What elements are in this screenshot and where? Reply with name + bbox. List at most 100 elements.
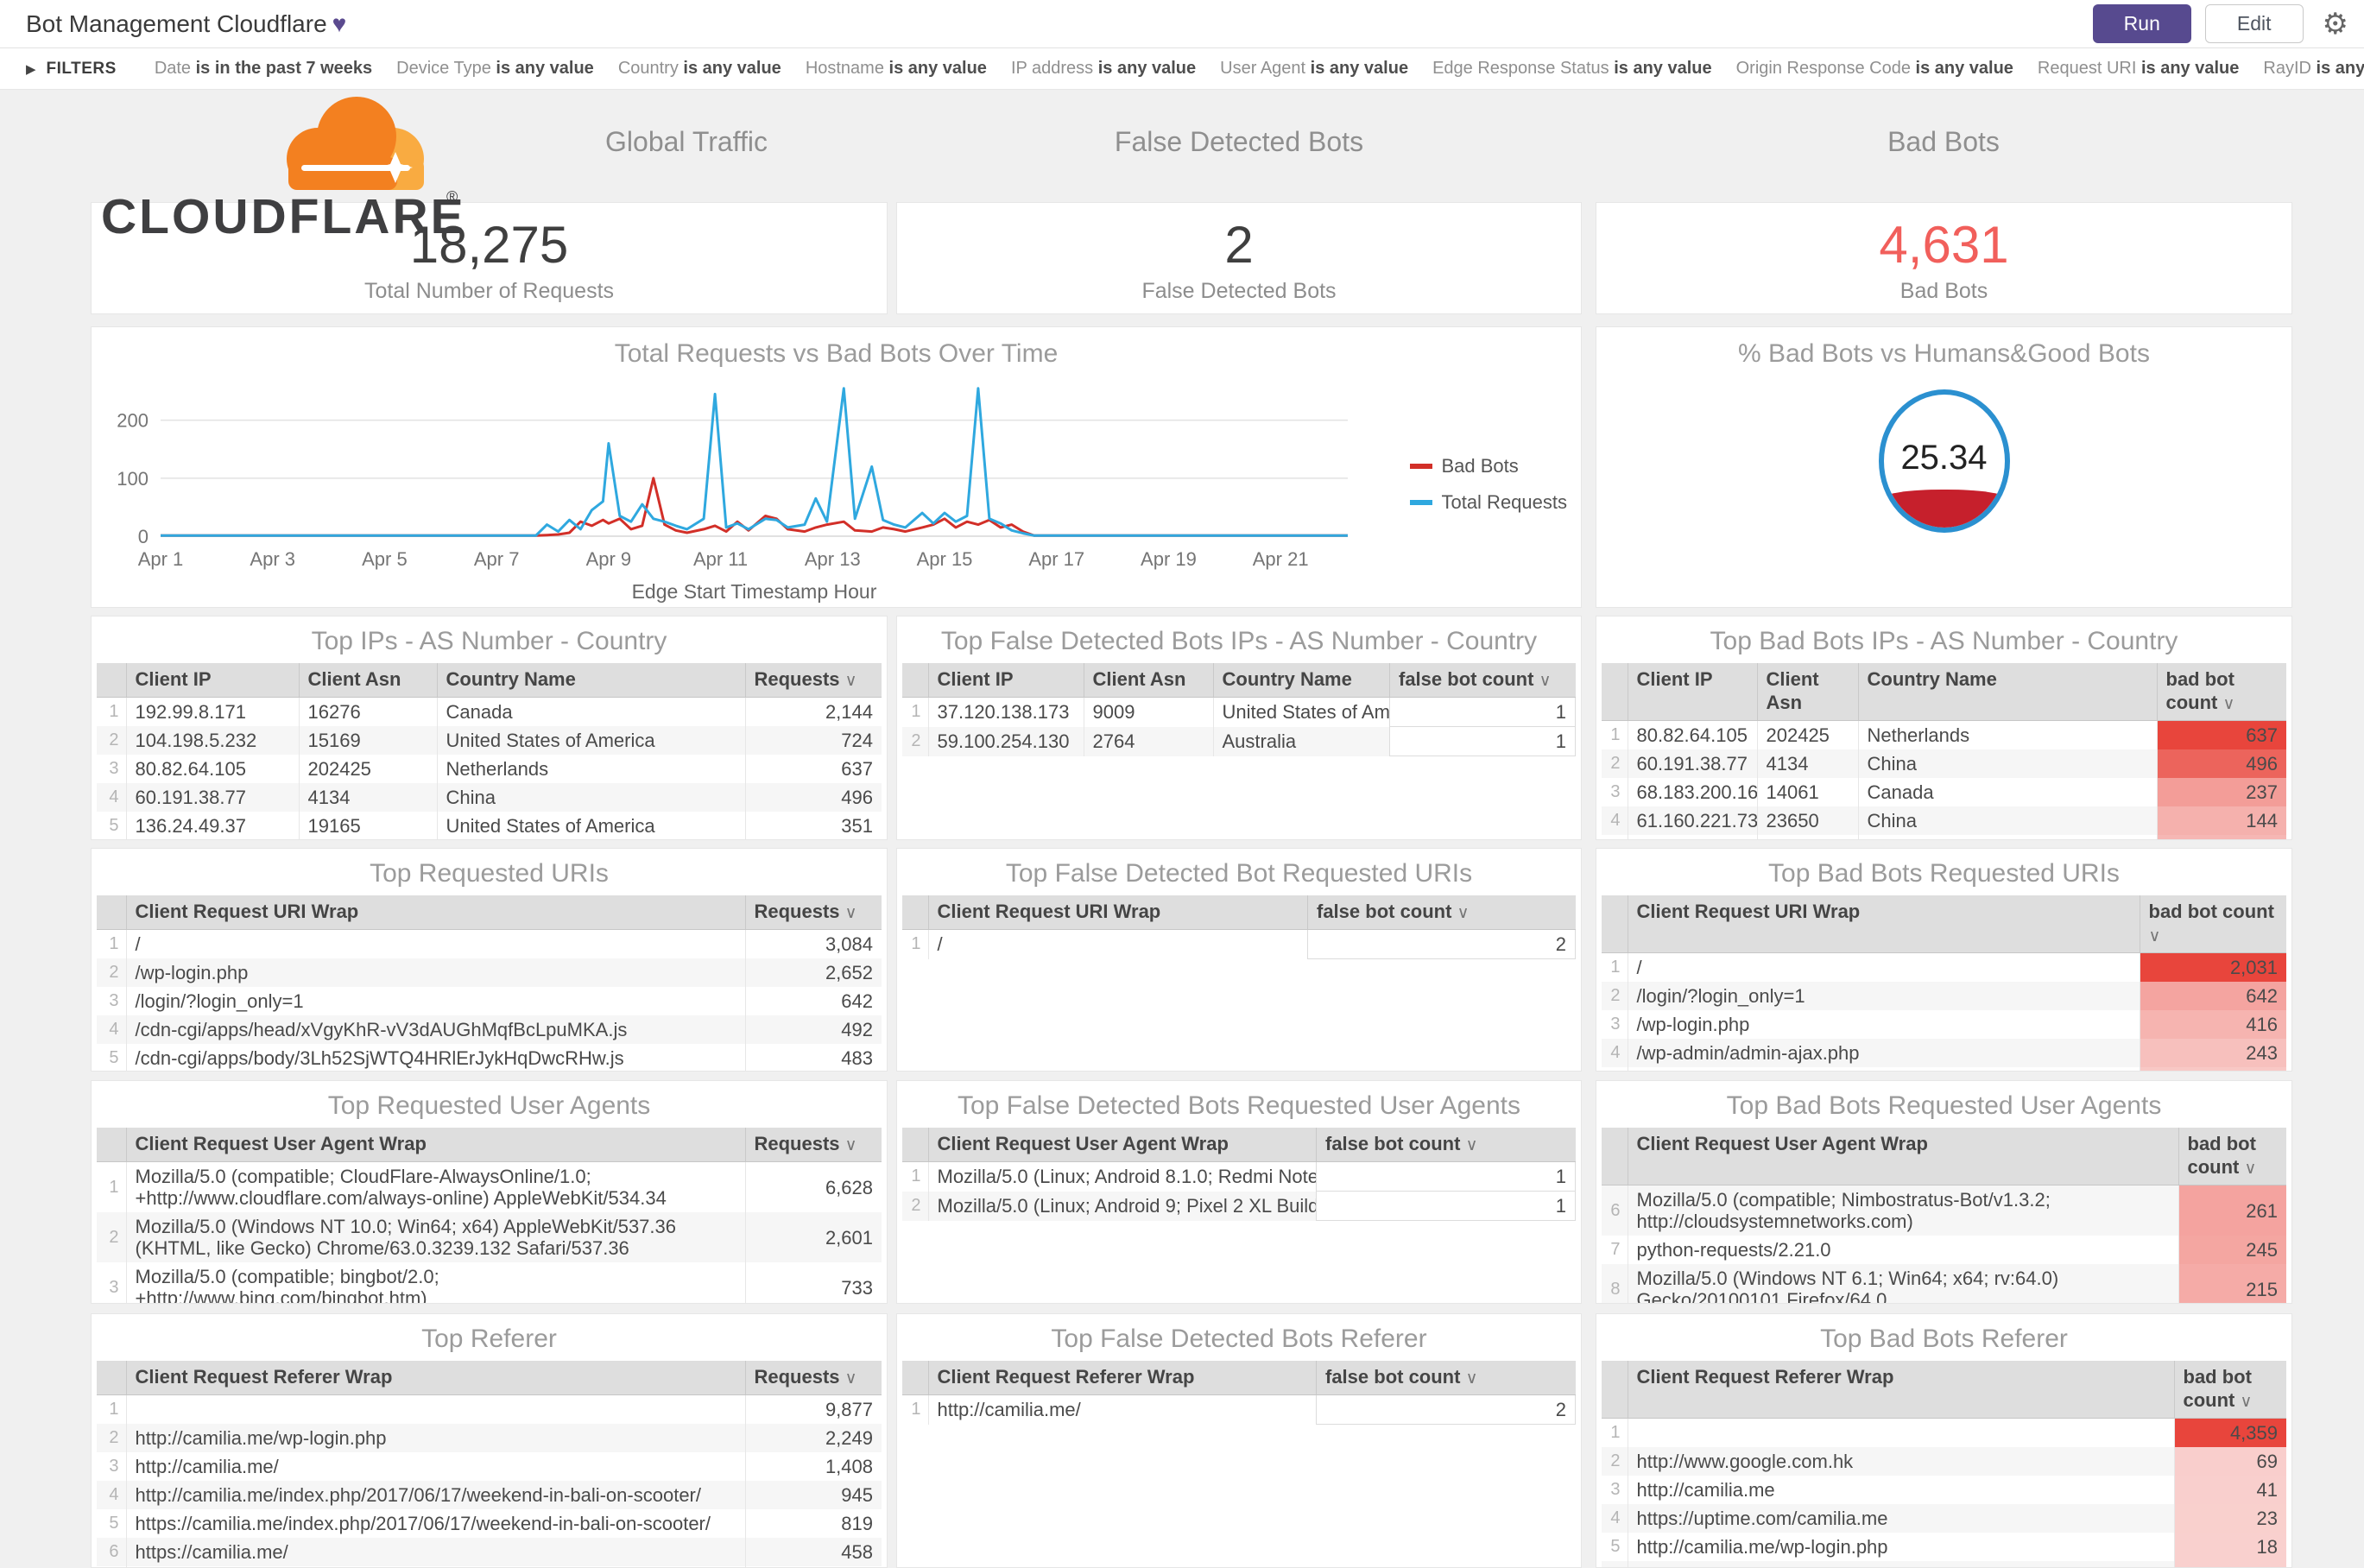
sort-desc-icon[interactable]: ∨ [845, 672, 857, 690]
column-header[interactable]: false bot count ∨ [1316, 1128, 1576, 1162]
row-number-header [97, 1128, 126, 1162]
data-cell: /wp-login.php [125, 958, 745, 987]
column-header[interactable]: bad bot count ∨ [2139, 895, 2286, 953]
filter-chip[interactable]: Country is any value [618, 59, 781, 78]
sort-desc-icon[interactable]: ∨ [1539, 672, 1552, 690]
sort-desc-icon[interactable]: ∨ [2149, 927, 2161, 945]
row-number: 3 [109, 991, 119, 1010]
table-title: Top Bad Bots Requested URIs [1768, 859, 2120, 888]
data-cell: /wp-admin/admin-ajax.php [1627, 1039, 2140, 1067]
column-header[interactable]: Client IP [927, 663, 1084, 698]
column-header[interactable]: Requests ∨ [744, 663, 882, 698]
column-header[interactable]: false bot count ∨ [1389, 663, 1576, 698]
sort-desc-icon[interactable]: ∨ [1457, 904, 1470, 922]
column-header[interactable]: Client Request User Agent Wrap [1627, 1128, 2178, 1185]
sort-desc-icon[interactable]: ∨ [2241, 1393, 2253, 1411]
filter-chip[interactable]: Edge Response Status is any value [1432, 59, 1712, 78]
column-header[interactable]: bad bot count ∨ [2156, 663, 2286, 721]
sort-desc-icon[interactable]: ∨ [845, 1136, 857, 1154]
column-header[interactable]: Country Name [1212, 663, 1390, 698]
row-number: 1 [109, 702, 119, 721]
sort-desc-icon[interactable]: ∨ [1466, 1369, 1478, 1388]
table-title: Top Bad Bots Requested User Agents [1726, 1091, 2162, 1120]
filter-chip[interactable]: Request URI is any value [2038, 59, 2239, 78]
column-header[interactable]: Client Request Referer Wrap [125, 1361, 745, 1395]
column-header[interactable]: Client IP [1627, 663, 1757, 721]
row-number-header [1602, 663, 1628, 721]
column-header[interactable]: Client Asn [298, 663, 437, 698]
sort-desc-icon[interactable]: ∨ [1466, 1136, 1478, 1154]
column-header[interactable]: bad bot count ∨ [2178, 1128, 2286, 1185]
data-cell: 202425 [1756, 720, 1858, 749]
svg-text:Apr 15: Apr 15 [917, 548, 973, 570]
row-number: 2 [902, 726, 928, 756]
table-header-row: Client Request Referer Wrap false bot cou… [902, 1361, 1576, 1395]
column-header[interactable]: Client Request URI Wrap [927, 895, 1308, 930]
filter-chip[interactable]: Hostname is any value [806, 59, 987, 78]
data-cell: 136.24.49.37 [125, 812, 299, 839]
filter-chip[interactable]: Origin Response Code is any value [1736, 59, 2013, 78]
filter-chip[interactable]: User Agent is any value [1220, 59, 1408, 78]
timeseries-chart-card: Total Requests vs Bad Bots Over Time 0 10… [91, 326, 1582, 608]
row-number: 1 [109, 1177, 119, 1197]
sort-desc-icon[interactable]: ∨ [2245, 1160, 2257, 1178]
top-bar: Bot Management Cloudflare ♥ Run Edit ⚙ [0, 0, 2364, 48]
value-cell: 2,144 [744, 697, 882, 726]
filter-chip[interactable]: IP address is any value [1011, 59, 1196, 78]
table-header-row: Client IP Client Asn Country Name bad bot c… [1602, 663, 2286, 721]
column-header[interactable]: Client Request Referer Wrap [1627, 1361, 2174, 1419]
data-cell: /cdn-cgi/apps/body/3Lh52SjWTQ4HRlErJykHq… [125, 1044, 745, 1071]
column-header[interactable]: bad bot count ∨ [2173, 1361, 2286, 1419]
sort-desc-icon[interactable]: ∨ [845, 904, 857, 922]
table-title: Top False Detected Bots Referer [1051, 1325, 1427, 1353]
row-number: 7 [1610, 1240, 1621, 1259]
legend-item[interactable]: Bad Bots [1410, 455, 1567, 477]
data-cell: http://camilia.me/index.php/2017/06/17/w… [125, 1481, 745, 1509]
column-header[interactable]: false bot count ∨ [1316, 1361, 1576, 1395]
filter-chip[interactable]: RayID is any value [2263, 59, 2364, 78]
column-header[interactable]: Client Request User Agent Wrap [125, 1128, 745, 1162]
row-number: 6 [97, 1538, 126, 1566]
logo-wordmark: CLOUDFLARE [101, 189, 464, 244]
column-header[interactable]: Country Name [1857, 663, 2157, 721]
column-header[interactable]: Client Request Referer Wrap [927, 1361, 1317, 1395]
value-cell: 724 [744, 726, 882, 755]
sort-desc-icon[interactable]: ∨ [2223, 695, 2235, 713]
column-header[interactable]: Client Request URI Wrap [1627, 895, 2140, 953]
value-cell: 642 [2139, 982, 2286, 1010]
column-header[interactable]: Client Request URI Wrap [125, 895, 745, 930]
row-number: 2 [97, 1212, 126, 1262]
gear-icon[interactable]: ⚙ [2323, 9, 2348, 39]
column-header[interactable]: Client Request User Agent Wrap [927, 1128, 1317, 1162]
data-cell: 14061 [1756, 778, 1858, 806]
chart-title: Total Requests vs Bad Bots Over Time [614, 339, 1059, 368]
filter-chip[interactable]: Date is in the past 7 weeks [155, 59, 372, 78]
line-chart[interactable]: 0 100 200 Apr 1 Apr 3 Apr 5 Apr 7 Apr 9 Apr 11 Ap… [100, 370, 1395, 605]
value-cell: 11 [2173, 1561, 2286, 1567]
svg-text:Apr 1: Apr 1 [138, 548, 184, 570]
data-cell: United States of America [436, 812, 745, 839]
run-button[interactable]: Run [2092, 4, 2191, 43]
edit-button[interactable]: Edit [2204, 4, 2304, 43]
svg-text:Apr 13: Apr 13 [805, 548, 861, 570]
column-header[interactable]: Requests ∨ [744, 1361, 882, 1395]
column-header[interactable]: Requests ∨ [744, 895, 882, 930]
table-row: 5 [1602, 835, 2286, 839]
column-header[interactable]: Client IP [125, 663, 299, 698]
value-cell: 1 [1389, 697, 1576, 727]
value-cell: 642 [744, 987, 882, 1015]
filters-expand-icon[interactable]: ▶ [26, 61, 36, 77]
legend-item[interactable]: Total Requests [1410, 491, 1567, 514]
filter-chip[interactable]: Device Type is any value [396, 59, 594, 78]
data-cell: http://camilia.me/wp-login.php [125, 1424, 745, 1452]
data-cell: http://camilia.me/wp-login.php [1627, 1533, 2174, 1561]
data-cell: http://camilia.me/ [927, 1394, 1317, 1425]
row-number: 4 [1602, 1504, 1628, 1533]
row-number-header [902, 1128, 928, 1162]
column-header[interactable]: Requests ∨ [744, 1128, 882, 1162]
sort-desc-icon[interactable]: ∨ [845, 1369, 857, 1388]
column-header[interactable]: Client Asn [1083, 663, 1213, 698]
column-header[interactable]: false bot count ∨ [1307, 895, 1576, 930]
column-header[interactable]: Country Name [436, 663, 745, 698]
column-header[interactable]: Client Asn [1756, 663, 1858, 721]
